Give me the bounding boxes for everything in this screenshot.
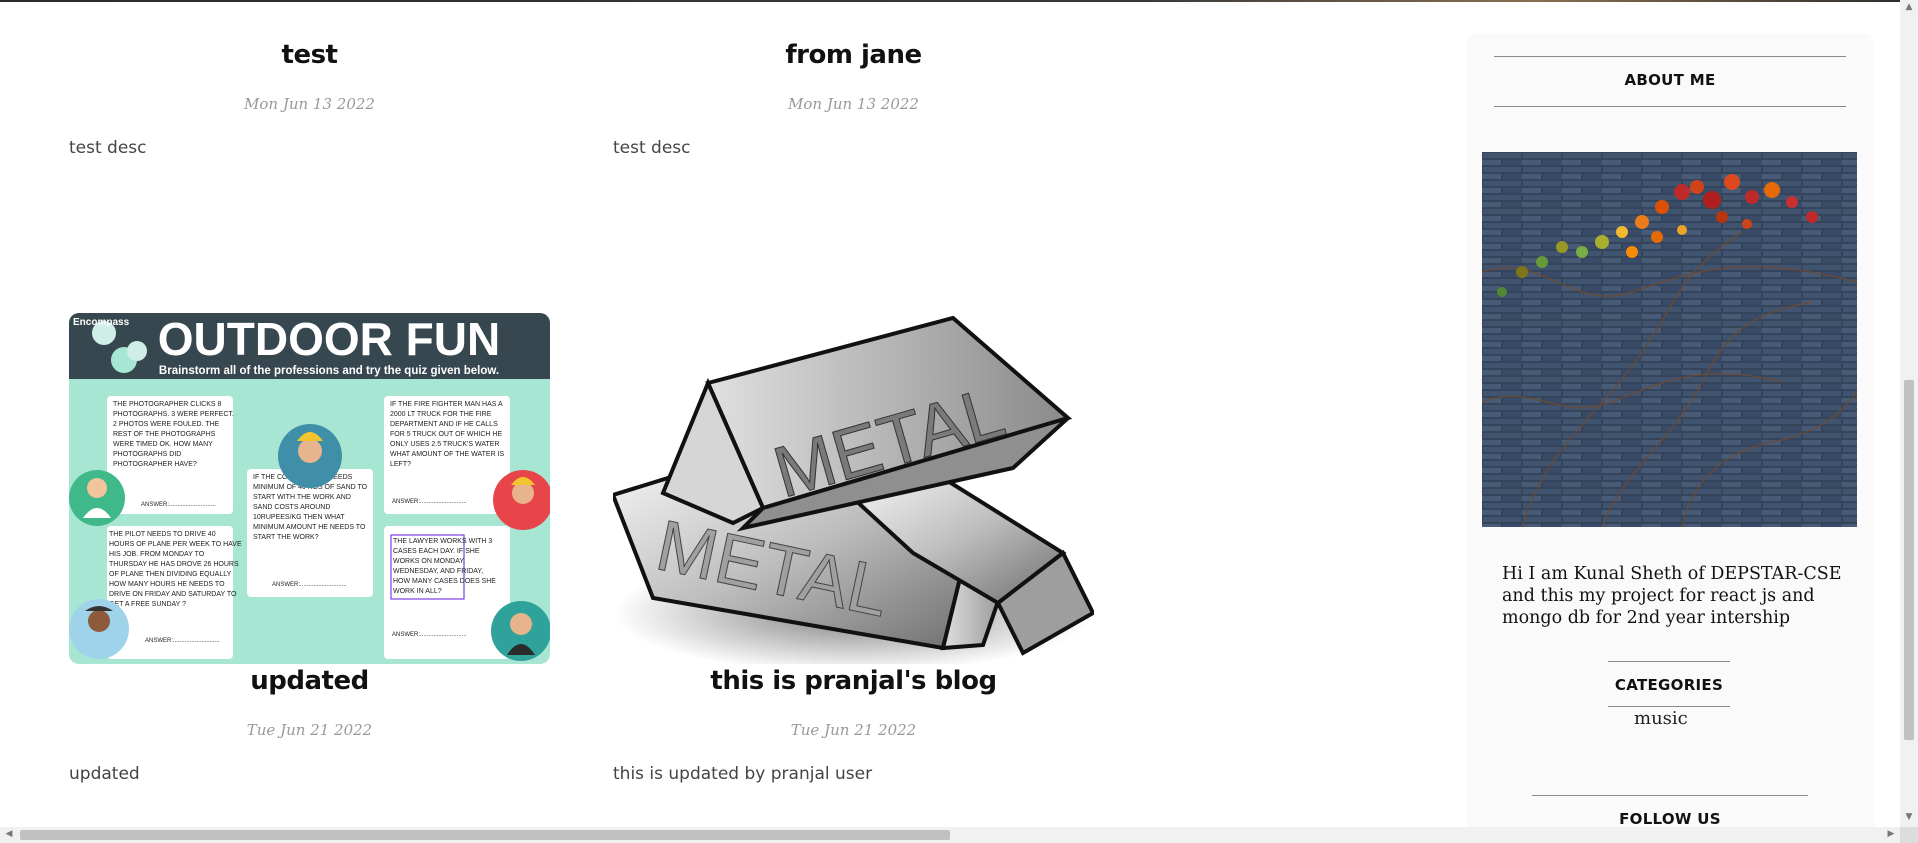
vertical-scrollbar[interactable]: ▲ ▼: [1900, 0, 1918, 827]
worksheet-question-line: LEFT?: [390, 461, 411, 468]
about-me-heading: ABOUT ME: [1624, 71, 1716, 89]
worksheet-question-line: THE PHOTOGRAPHER CLICKS 8: [113, 401, 222, 408]
worksheet-question-line: PHOTOGRAPHER HAVE?: [113, 461, 197, 468]
ivy-wall-image: [1482, 152, 1857, 527]
scroll-left-icon[interactable]: ◀: [2, 829, 16, 839]
divider: [1494, 56, 1846, 57]
worksheet-question-line: 2 PHOTOS WERE FOULED. THE: [113, 421, 220, 428]
post-date: Mon Jun 13 2022: [788, 95, 919, 113]
scroll-down-icon[interactable]: ▼: [1902, 812, 1916, 822]
post-description: this is updated by pranjal user: [613, 764, 873, 784]
post-title[interactable]: this is pranjal's blog: [613, 666, 1094, 696]
post-description: test desc: [69, 138, 147, 158]
worksheet-question-line: START WITH THE WORK AND: [253, 494, 351, 501]
worksheet-question-line: START THE WORK?: [253, 534, 319, 541]
worksheet-question-line: WERE TIMED OK. HOW MANY: [113, 441, 213, 448]
worksheet-question-line: DRIVE ON FRIDAY AND SATURDAY TO: [109, 591, 237, 598]
worksheet-question-line: OF PLANE THEN DIVIDING EQUALLY: [109, 571, 232, 578]
post-date: Tue Jun 21 2022: [246, 721, 373, 739]
vertical-scroll-thumb[interactable]: [1904, 380, 1914, 740]
worksheet-question-line: THURSDAY HE HAS DROVE 26 HOURS: [109, 561, 239, 568]
post-title[interactable]: from jane: [613, 40, 1094, 70]
worksheet-question-line: 10RUPEES/KG THEN WHAT: [253, 514, 345, 521]
svg-text:ANSWER:.......................: ANSWER:............................: [145, 638, 220, 644]
worksheet-question-line: WORKS ON MONDAY,: [393, 558, 465, 565]
worksheet-question-line: WORK IN ALL?: [393, 588, 442, 595]
divider: [1608, 661, 1730, 662]
worksheet-heading: OUTDOOR FUN: [158, 313, 500, 365]
about-me-text: Hi I am Kunal Sheth of DEPSTAR-CSE and t…: [1502, 564, 1842, 628]
worksheet-question-line: HOW MANY CASES DOES SHE: [393, 578, 496, 585]
worksheet-question-line: THE PILOT NEEDS TO DRIVE 40: [109, 531, 216, 538]
follow-us-heading: FOLLOW US: [1619, 810, 1721, 828]
post-title[interactable]: test: [69, 40, 550, 70]
outdoor-fun-worksheet-image[interactable]: Encompass OUTDOOR FUN Brainstorm all of …: [69, 313, 550, 664]
worksheet-subheading: Brainstorm all of the professions and tr…: [159, 365, 499, 377]
post-description: test desc: [613, 138, 691, 158]
post-date: Mon Jun 13 2022: [244, 95, 375, 113]
worksheet-question-line: 2000 LT TRUCK FOR THE FIRE: [390, 411, 492, 418]
worksheet-question-line: SAND COSTS AROUND: [253, 504, 330, 511]
post-description: updated: [69, 764, 140, 784]
svg-text:ANSWER:.......................: ANSWER:............................: [392, 499, 467, 505]
worksheet-question-line: HOW MANY HOURS HE NEEDS TO: [109, 581, 225, 588]
metal-ingots-image[interactable]: METAL METAL: [613, 313, 1094, 664]
worksheet-question-line: GET A FREE SUNDAY ?: [109, 601, 186, 608]
post-date: Tue Jun 21 2022: [790, 721, 917, 739]
post-title[interactable]: updated: [69, 666, 550, 696]
scroll-up-icon[interactable]: ▲: [1902, 2, 1916, 12]
worksheet-question-line: HIS JOB. FROM MONDAY TO: [109, 551, 205, 558]
worksheet-question-line: IF THE FIRE FIGHTER MAN HAS A: [390, 401, 503, 408]
svg-text:ANSWER:.......................: ANSWER:............................: [272, 582, 347, 588]
divider: [1494, 106, 1846, 107]
post-card[interactable]: from jane Mon Jun 13 2022 test desc: [613, 0, 1094, 200]
category-link-music[interactable]: music: [1634, 708, 1688, 729]
post-card[interactable]: Encompass OUTDOOR FUN Brainstorm all of …: [69, 313, 550, 793]
worksheet-question-line: CASES EACH DAY. IF SHE: [393, 548, 480, 555]
svg-text:ANSWER:.......................: ANSWER:............................: [392, 632, 467, 638]
post-card[interactable]: test Mon Jun 13 2022 test desc: [69, 0, 550, 200]
worksheet-question-line: WHAT AMOUNT OF THE WATER IS: [390, 451, 505, 458]
post-card[interactable]: METAL METAL this is pranjal's blog Tue J…: [613, 313, 1094, 793]
horizontal-scroll-thumb[interactable]: [20, 830, 950, 840]
worksheet-question-line: WEDNESDAY, AND FRIDAY,: [393, 568, 483, 575]
worksheet-question-line: DEPARTMENT AND IF HE CALLS: [390, 421, 498, 428]
worksheet-question-line: FOR 5 TRUCK OUT OF WHICH HE: [390, 431, 502, 438]
worksheet-brand: Encompass: [73, 317, 130, 328]
divider: [1532, 795, 1808, 796]
horizontal-scrollbar[interactable]: ◀ ▶: [0, 827, 1900, 843]
sidebar: ABOUT ME Hi I am Kunal Sheth of DEPSTAR-…: [1467, 33, 1874, 843]
worksheet-question-line: MINIMUM AMOUNT HE NEEDS TO: [253, 524, 366, 531]
worksheet-question-line: THE LAWYER WORKS WITH 3: [393, 538, 492, 545]
scroll-right-icon[interactable]: ▶: [1884, 829, 1898, 839]
svg-text:ANSWER:.......................: ANSWER:............................: [141, 502, 216, 508]
worksheet-question-line: REST OF THE PHOTOGRAPHS: [113, 431, 216, 438]
worksheet-question-line: HOURS OF PLANE PER WEEK TO HAVE: [109, 541, 242, 548]
worksheet-question-line: ONLY USES 2.5 TRUCK'S WATER: [390, 441, 499, 448]
categories-heading: CATEGORIES: [1614, 676, 1724, 694]
scrollbar-corner: [1900, 827, 1918, 843]
worksheet-question-line: PHOTOGRAPHS. 3 WERE PERFECT.: [113, 411, 234, 418]
divider: [1608, 706, 1730, 707]
worksheet-question-line: PHOTOGRAPHS DID: [113, 451, 181, 458]
